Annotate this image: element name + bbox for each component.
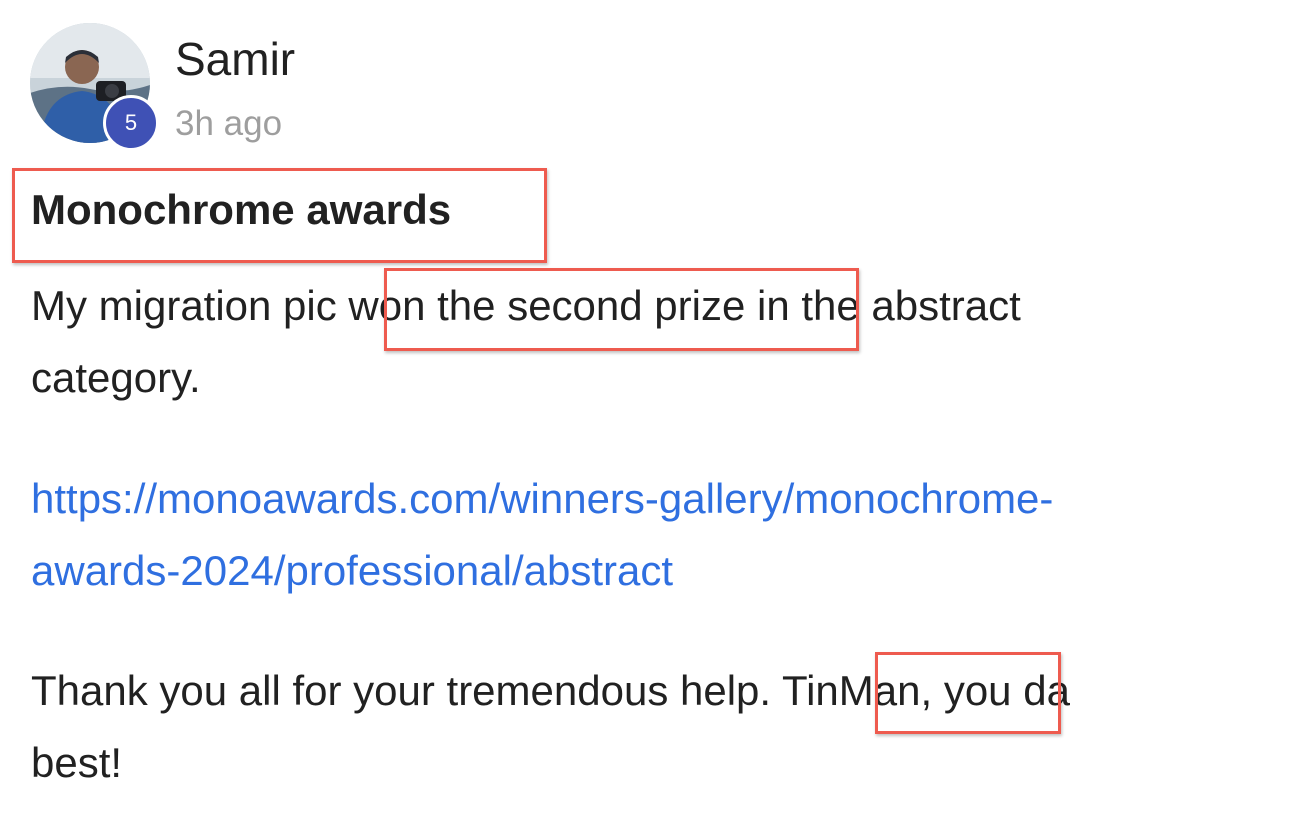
award-gallery-link-continued[interactable]: awards-2024/professional/abstract xyxy=(31,547,673,594)
body-text: Thank you all for your tremendous help. xyxy=(31,667,782,714)
post-body-link-paragraph: https://monoawards.com/winners-gallery/m… xyxy=(31,463,1053,607)
highlight-box-tinman xyxy=(875,652,1061,734)
post-card: 5 Samir 3h ago Monochrome awards My migr… xyxy=(0,0,1301,833)
author-name[interactable]: Samir xyxy=(175,33,295,85)
highlight-box-title xyxy=(12,168,547,263)
level-badge: 5 xyxy=(103,95,159,151)
body-text: My migration pic xyxy=(31,282,349,329)
body-text: category. xyxy=(31,354,201,401)
post-timestamp: 3h ago xyxy=(175,104,283,143)
highlight-box-second-prize xyxy=(384,268,859,351)
award-gallery-link[interactable]: https://monoawards.com/winners-gallery/m… xyxy=(31,475,1053,522)
body-text: best! xyxy=(31,739,123,786)
author-avatar-container[interactable]: 5 xyxy=(30,23,159,151)
